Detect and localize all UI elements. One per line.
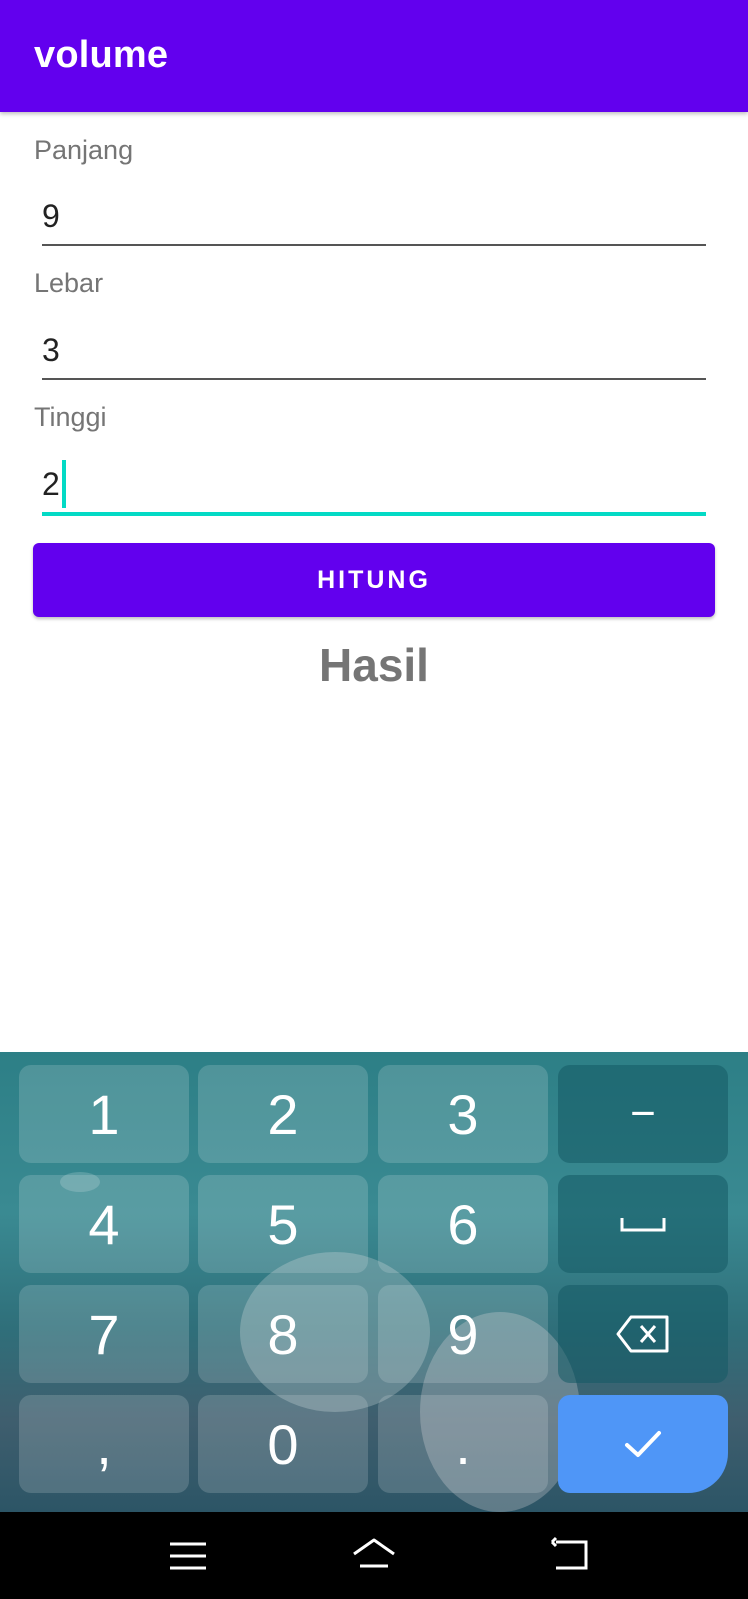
app-title: volume <box>34 34 169 76</box>
check-icon <box>625 1431 661 1457</box>
app-bar: volume <box>0 0 748 112</box>
text-cursor <box>62 460 66 508</box>
key-comma[interactable]: , <box>19 1395 189 1493</box>
back-icon <box>550 1536 588 1570</box>
key-7[interactable]: 7 <box>19 1285 189 1383</box>
key-4[interactable]: 4 <box>19 1175 189 1273</box>
key-8[interactable]: 8 <box>198 1285 368 1383</box>
home-button[interactable] <box>350 1534 395 1578</box>
key-space[interactable] <box>558 1175 728 1273</box>
home-icon <box>353 1538 395 1568</box>
tinggi-label: Tinggi <box>34 402 107 432</box>
key-3[interactable]: 3 <box>378 1065 548 1163</box>
key-period[interactable]: . <box>378 1395 548 1493</box>
key-9[interactable]: 9 <box>378 1285 548 1383</box>
space-icon <box>620 1218 666 1232</box>
tinggi-input[interactable] <box>42 464 706 516</box>
key-done[interactable] <box>558 1395 728 1493</box>
key-0[interactable]: 0 <box>198 1395 368 1493</box>
system-nav-bar <box>0 1512 748 1599</box>
key-6[interactable]: 6 <box>378 1175 548 1273</box>
key-minus[interactable]: − <box>558 1065 728 1163</box>
hitung-button[interactable]: HITUNG <box>33 543 715 617</box>
menu-icon <box>170 1542 206 1570</box>
lebar-input[interactable] <box>42 330 706 380</box>
key-5[interactable]: 5 <box>198 1175 368 1273</box>
panjang-input[interactable] <box>42 196 706 246</box>
result-label: Hasil <box>319 639 429 691</box>
lebar-label: Lebar <box>34 268 104 298</box>
back-button[interactable] <box>550 1534 594 1578</box>
numeric-keyboard: 1 2 3 − 4 5 6 7 8 9 , 0 . <box>0 1052 748 1512</box>
key-backspace[interactable] <box>558 1285 728 1383</box>
key-2[interactable]: 2 <box>198 1065 368 1163</box>
menu-button[interactable] <box>166 1534 210 1578</box>
panjang-label: Panjang <box>34 135 134 165</box>
key-1[interactable]: 1 <box>19 1065 189 1163</box>
backspace-icon <box>616 1315 669 1353</box>
